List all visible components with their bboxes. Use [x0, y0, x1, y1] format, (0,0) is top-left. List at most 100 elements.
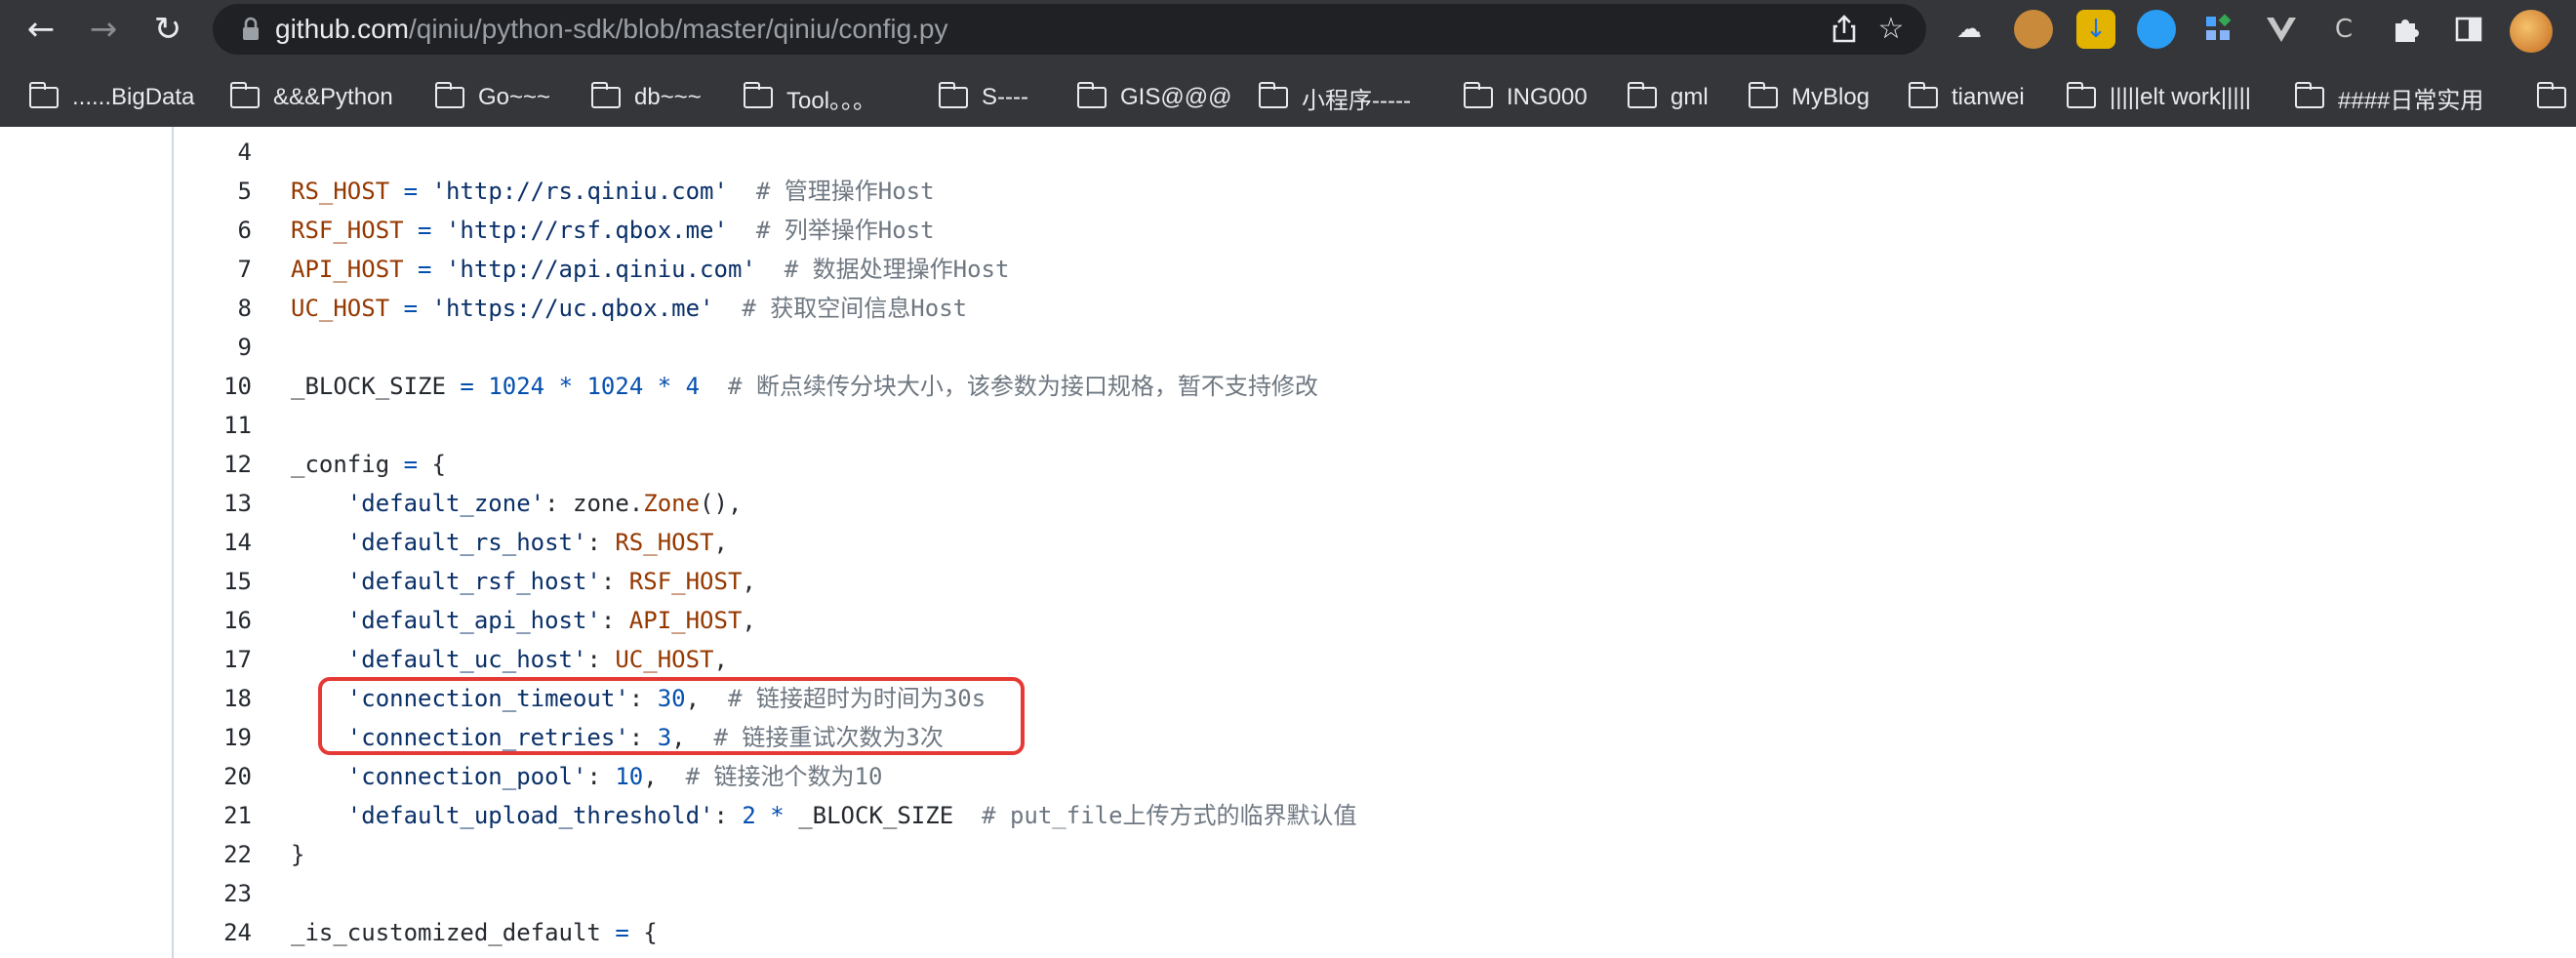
line-number[interactable]: 20: [174, 757, 252, 796]
code-text: _BLOCK_SIZE = 1024 * 1024 * 4 # 断点续传分块大小…: [291, 367, 1318, 406]
code-token: }: [291, 841, 305, 868]
line-number[interactable]: 24: [174, 913, 252, 952]
code-line: 7 API_HOST = 'http://api.qiniu.com' # 数据处…: [174, 250, 2516, 289]
forward-arrow-icon[interactable]: →: [80, 6, 127, 53]
bookmark-folder-elt-work[interactable]: |||||elt work|||||: [2066, 68, 2251, 127]
code-text: 'connection_pool': 10, # 链接池个数为10: [291, 757, 883, 796]
line-number[interactable]: 13: [174, 484, 252, 523]
code-token: 2: [742, 802, 756, 829]
line-number[interactable]: 17: [174, 640, 252, 679]
code-token: _config: [291, 451, 390, 478]
bookmark-folder-bigdata[interactable]: ......BigData: [28, 68, 194, 127]
line-number[interactable]: 19: [174, 718, 252, 757]
line-number[interactable]: 7: [174, 250, 252, 289]
bookmark-folder-db[interactable]: db~~~: [590, 68, 702, 127]
bookmarks-bar: ......BigData &&&Python Go~~~ db~~~ Tool…: [0, 68, 2576, 127]
highlight-annotation-box: [318, 677, 1025, 755]
code-token: _is_customized_default: [291, 919, 601, 946]
extension-c-icon[interactable]: C: [2324, 10, 2363, 49]
bookmark-folder-myblog[interactable]: MyBlog: [1748, 68, 1870, 127]
code-line: 15 'default_rsf_host': RSF_HOST,: [174, 562, 2516, 601]
line-number[interactable]: 11: [174, 406, 252, 445]
code-line: 13 'default_zone': zone.Zone(),: [174, 484, 2516, 523]
line-number[interactable]: 9: [174, 328, 252, 367]
puzzle-extensions-icon[interactable]: [2387, 10, 2426, 49]
side-panel-icon[interactable]: [2449, 10, 2488, 49]
code-token: ,: [742, 568, 756, 595]
line-number[interactable]: 6: [174, 211, 252, 250]
bookmark-folder-gis[interactable]: GIS@@@: [1076, 68, 1231, 127]
folder-icon: [1627, 82, 1657, 108]
bookmark-folder-s[interactable]: S----: [938, 68, 1028, 127]
line-number[interactable]: 5: [174, 172, 252, 211]
extension-grid-icon[interactable]: [2199, 10, 2238, 49]
address-bar[interactable]: github.com/qiniu/python-sdk/blob/master/…: [213, 4, 1926, 55]
code-line: 5 RS_HOST = 'http://rs.qiniu.com' # 管理操作H…: [174, 172, 2516, 211]
bookmark-folder-python[interactable]: &&&Python: [229, 68, 393, 127]
code-line: 11: [174, 406, 2516, 445]
bookmark-folder-tianwei[interactable]: tianwei: [1908, 68, 2025, 127]
line-number[interactable]: 23: [174, 874, 252, 913]
bookmark-folder-tool[interactable]: Tool。。。: [743, 68, 876, 127]
extension-download-icon[interactable]: ↓: [2076, 10, 2115, 49]
code-text: RSF_HOST = 'http://rsf.qbox.me' # 列举操作Ho…: [291, 211, 935, 250]
bookmark-folder-gml[interactable]: gml: [1627, 68, 1709, 127]
code-token: :: [586, 646, 616, 673]
line-number[interactable]: 8: [174, 289, 252, 328]
line-number[interactable]: 10: [174, 367, 252, 406]
line-number[interactable]: 12: [174, 445, 252, 484]
bookmark-star-icon[interactable]: ☆: [1872, 10, 1911, 49]
code-token: 'http://rsf.qbox.me': [445, 217, 728, 244]
extension-vue-icon[interactable]: [2262, 10, 2301, 49]
extension-cloud-icon[interactable]: ☁: [1950, 10, 1989, 49]
bookmark-folder-go[interactable]: Go~~~: [434, 68, 550, 127]
line-number[interactable]: 21: [174, 796, 252, 835]
code-text: }: [291, 835, 304, 874]
extension-cookie-icon[interactable]: [2014, 10, 2053, 49]
line-number[interactable]: 16: [174, 601, 252, 640]
back-arrow-icon[interactable]: ←: [18, 6, 64, 53]
code-token: # 管理操作Host: [755, 178, 935, 205]
reload-icon[interactable]: ↻: [144, 6, 191, 53]
line-number[interactable]: 4: [174, 133, 252, 172]
code-token: Zone: [643, 490, 701, 517]
bookmark-folder-overflow[interactable]: [2536, 68, 2576, 127]
lock-icon[interactable]: [236, 15, 265, 44]
folder-icon: [1258, 82, 1288, 108]
code-text: API_HOST = 'http://api.qiniu.com' # 数据处理…: [291, 250, 1009, 289]
code-token: ,: [643, 763, 686, 790]
bookmark-folder-miniprogram[interactable]: 小程序-----: [1258, 68, 1411, 127]
bookmark-folder-ing000[interactable]: ING000: [1463, 68, 1588, 127]
code-token: (),: [700, 490, 743, 517]
code-token: :: [586, 529, 616, 556]
code-token: 1024: [488, 373, 545, 400]
line-number[interactable]: 14: [174, 523, 252, 562]
folder-icon: [434, 82, 464, 108]
line-number[interactable]: 22: [174, 835, 252, 874]
url-text[interactable]: github.com/qiniu/python-sdk/blob/master/…: [275, 4, 948, 55]
code-line: 23: [174, 874, 2516, 913]
bookmark-folder-daily[interactable]: ####日常实用: [2294, 68, 2483, 127]
code-line: 8 UC_HOST = 'https://uc.qbox.me' # 获取空间信息…: [174, 289, 2516, 328]
profile-avatar[interactable]: [2510, 10, 2553, 53]
share-icon[interactable]: [1825, 10, 1864, 49]
code-token: :: [600, 568, 629, 595]
code-token: 'default_uc_host': [346, 646, 587, 673]
code-token: # put_file上传方式的临界默认值: [982, 802, 1357, 829]
line-number[interactable]: 15: [174, 562, 252, 601]
extension-globe-icon[interactable]: [2137, 10, 2176, 49]
code-text: _is_customized_default = {: [291, 913, 658, 952]
code-token: API_HOST: [291, 256, 404, 283]
line-number[interactable]: 18: [174, 679, 252, 718]
code-token: =: [403, 178, 419, 205]
